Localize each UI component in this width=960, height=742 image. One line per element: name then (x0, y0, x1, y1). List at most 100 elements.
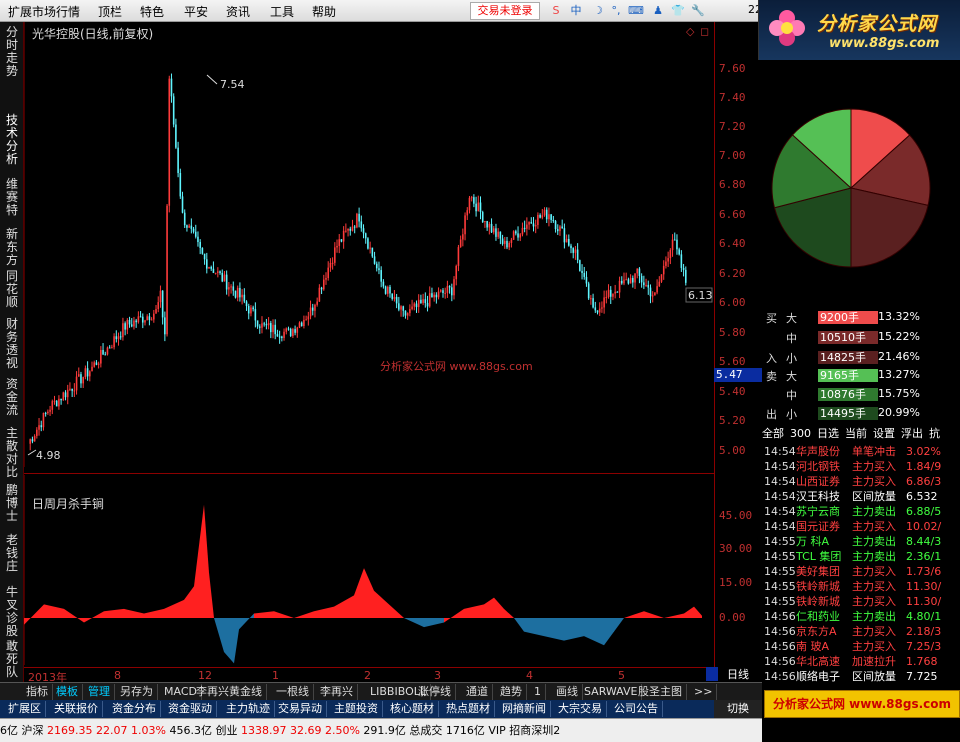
bottom-tab-4[interactable]: 主力轨迹 (222, 701, 275, 717)
ime-chinese-icon[interactable]: 中 (568, 3, 584, 19)
trade-stock-name[interactable]: TCL 集团 (796, 549, 841, 564)
trade-alert-row[interactable]: 14:54 华声股份 单笔冲击 3.02% (762, 444, 960, 459)
indicator-tab-11[interactable]: 趋势 (496, 684, 527, 700)
trade-alert-row[interactable]: 14:54 山西证券 主力买入 6.86/3 (762, 474, 960, 489)
trade-stock-name[interactable]: 铁岭新城 (796, 594, 840, 609)
menu-topbar[interactable]: 顶栏 (98, 3, 122, 20)
quote-tab-5[interactable]: 浮出 (901, 427, 923, 440)
menu-news[interactable]: 资讯 (226, 3, 250, 20)
trade-alert-row[interactable]: 14:55 铁岭新城 主力买入 11.30/ (762, 594, 960, 609)
trade-alert-row[interactable]: 14:54 国元证券 主力买入 10.02/ (762, 519, 960, 534)
user-icon[interactable]: ♟ (650, 3, 666, 19)
index-cy-value[interactable]: 1338.97 (241, 724, 287, 737)
trade-alert-row[interactable]: 14:54 苏宁云商 主力卖出 6.88/5 (762, 504, 960, 519)
bottom-tab-7[interactable]: 核心题材 (386, 701, 439, 717)
left-tab-4[interactable]: 同花顺 (4, 270, 20, 309)
bottom-tab-11[interactable]: 公司公告 (610, 701, 663, 717)
left-tab-5[interactable]: 财务透视 (4, 318, 20, 370)
quote-tab-3[interactable]: 当前 (845, 427, 867, 440)
indicator-tab-16[interactable]: >> (690, 684, 718, 700)
menu-features[interactable]: 特色 (140, 3, 164, 20)
bottom-tab-0[interactable]: 扩展区 (4, 701, 46, 717)
left-tab-7[interactable]: 主散对比 (4, 427, 20, 479)
left-tab-11[interactable]: 敢死队 (4, 640, 20, 679)
bottom-tab-2[interactable]: 资金分布 (108, 701, 161, 717)
shirt-icon[interactable]: 👕 (670, 3, 686, 19)
left-tab-8[interactable]: 鹏博士 (4, 484, 20, 523)
indicator-chart[interactable] (24, 475, 714, 665)
trade-stock-name[interactable]: 山西证券 (796, 474, 840, 489)
left-tab-0[interactable]: 分时走势 (4, 26, 20, 78)
quote-tab-2[interactable]: 日选 (817, 427, 839, 440)
trade-stock-name[interactable]: 苏宁云商 (796, 504, 840, 519)
trade-alert-row[interactable]: 14:55 铁岭新城 主力买入 11.30/ (762, 579, 960, 594)
indicator-tab-13[interactable]: 画线 (552, 684, 583, 700)
trade-stock-name[interactable]: 美好集团 (796, 564, 840, 579)
quote-tab-0[interactable]: 全部 (762, 427, 784, 440)
period-label[interactable]: 日线 (714, 667, 762, 682)
bottom-tab-5[interactable]: 交易异动 (274, 701, 327, 717)
indicator-tab-3[interactable]: 另存为 (116, 684, 158, 700)
vip-server-label[interactable]: VIP 招商深圳2 (488, 724, 560, 737)
trade-alert-row[interactable]: 14:55 美好集团 主力买入 1.73/6 (762, 564, 960, 579)
chart-options-icon[interactable]: ◇ (686, 25, 694, 38)
bottom-tab-3[interactable]: 资金驱动 (164, 701, 217, 717)
indicator-tab-15[interactable]: 股圣主图 (634, 684, 687, 700)
left-tab-6[interactable]: 资金流 (4, 378, 20, 417)
indicator-tab-2[interactable]: 管理 (84, 684, 115, 700)
trade-alert-row[interactable]: 14:54 河北钢铁 主力买入 1.84/9 (762, 459, 960, 474)
punct-icon[interactable]: °, (608, 3, 624, 19)
indicator-tab-6[interactable]: 一根线 (272, 684, 314, 700)
trade-alert-row[interactable]: 14:55 TCL 集团 主力卖出 2.36/1 (762, 549, 960, 564)
quote-tabs[interactable]: 全部 300 日选 当前 设置 浮出抗 (762, 425, 960, 441)
trade-stock-name[interactable]: 仁和药业 (796, 609, 840, 624)
trade-stock-name[interactable]: 华北高速 (796, 654, 840, 669)
trade-alert-row[interactable]: 14:56 华北高速 加速拉升 1.768 (762, 654, 960, 669)
indicator-tab-5[interactable]: 李再兴黄金线 (192, 684, 267, 700)
left-tab-9[interactable]: 老钱庄 (4, 534, 20, 573)
trade-stock-name[interactable]: 河北钢铁 (796, 459, 840, 474)
indicator-tab-9[interactable]: 涨停线 (414, 684, 456, 700)
indicator-tab-1[interactable]: 模板 (52, 684, 83, 700)
menu-help[interactable]: 帮助 (312, 3, 336, 20)
indicator-tab-12[interactable]: 1 (530, 684, 546, 700)
trade-alert-row[interactable]: 14:54 汉王科技 区间放量 6.532 (762, 489, 960, 504)
bottom-tab-6[interactable]: 主题投资 (330, 701, 383, 717)
trade-stock-name[interactable]: 铁岭新城 (796, 579, 840, 594)
keyboard-icon[interactable]: ⌨ (628, 3, 644, 19)
trade-stock-name[interactable]: 京东方A (796, 624, 837, 639)
trade-stock-name[interactable]: 顺络电子 (796, 669, 840, 684)
trade-alert-row[interactable]: 14:56 顺络电子 区间放量 7.725 (762, 669, 960, 684)
trade-alert-row[interactable]: 14:56 仁和药业 主力卖出 4.80/1 (762, 609, 960, 624)
menu-tools[interactable]: 工具 (270, 3, 294, 20)
bottom-tab-8[interactable]: 热点题材 (442, 701, 495, 717)
trade-stock-name[interactable]: 万 科A (796, 534, 829, 549)
chart-area[interactable]: 7.54 4.98 6.13 光华控股(日线,前复权) 日周月杀手锏 分析家公式网 … (24, 22, 714, 667)
trade-login-status[interactable]: 交易未登录 (470, 2, 540, 20)
trade-stock-name[interactable]: 华声股份 (796, 444, 840, 459)
switch-button[interactable]: 切换 (714, 700, 762, 718)
indicator-tab-10[interactable]: 通道 (462, 684, 493, 700)
left-tab-10[interactable]: 牛叉诊股 (4, 586, 20, 638)
bottom-tab-10[interactable]: 大宗交易 (554, 701, 607, 717)
trade-stock-name[interactable]: 汉王科技 (796, 489, 840, 504)
bottom-tab-9[interactable]: 网摘新闻 (498, 701, 551, 717)
trade-stock-name[interactable]: 南 玻A (796, 639, 829, 654)
quote-tab-6[interactable]: 抗 (929, 427, 940, 440)
index-sh-value[interactable]: 2169.35 (47, 724, 93, 737)
left-tab-1[interactable]: 技术分析 (4, 114, 20, 166)
left-tab-2[interactable]: 维赛特 (4, 178, 20, 217)
wrench-icon[interactable]: 🔧 (690, 3, 706, 19)
moon-icon[interactable]: ☽ (590, 3, 606, 19)
menu-pingan[interactable]: 平安 (184, 3, 208, 20)
indicator-tab-0[interactable]: 指标 (22, 684, 53, 700)
candlestick-chart[interactable]: 7.54 4.98 6.13 (24, 22, 714, 467)
bottom-tab-1[interactable]: 关联报价 (50, 701, 103, 717)
indicator-tab-7[interactable]: 李再兴 (316, 684, 358, 700)
trade-alert-row[interactable]: 14:55 万 科A 主力卖出 8.44/3 (762, 534, 960, 549)
quote-tab-1[interactable]: 300 (790, 427, 811, 440)
quote-tab-4[interactable]: 设置 (873, 427, 895, 440)
trade-alert-row[interactable]: 14:56 京东方A 主力买入 2.18/3 (762, 624, 960, 639)
trade-stock-name[interactable]: 国元证券 (796, 519, 840, 534)
menu-extended-market[interactable]: 扩展市场行情 (8, 3, 80, 20)
